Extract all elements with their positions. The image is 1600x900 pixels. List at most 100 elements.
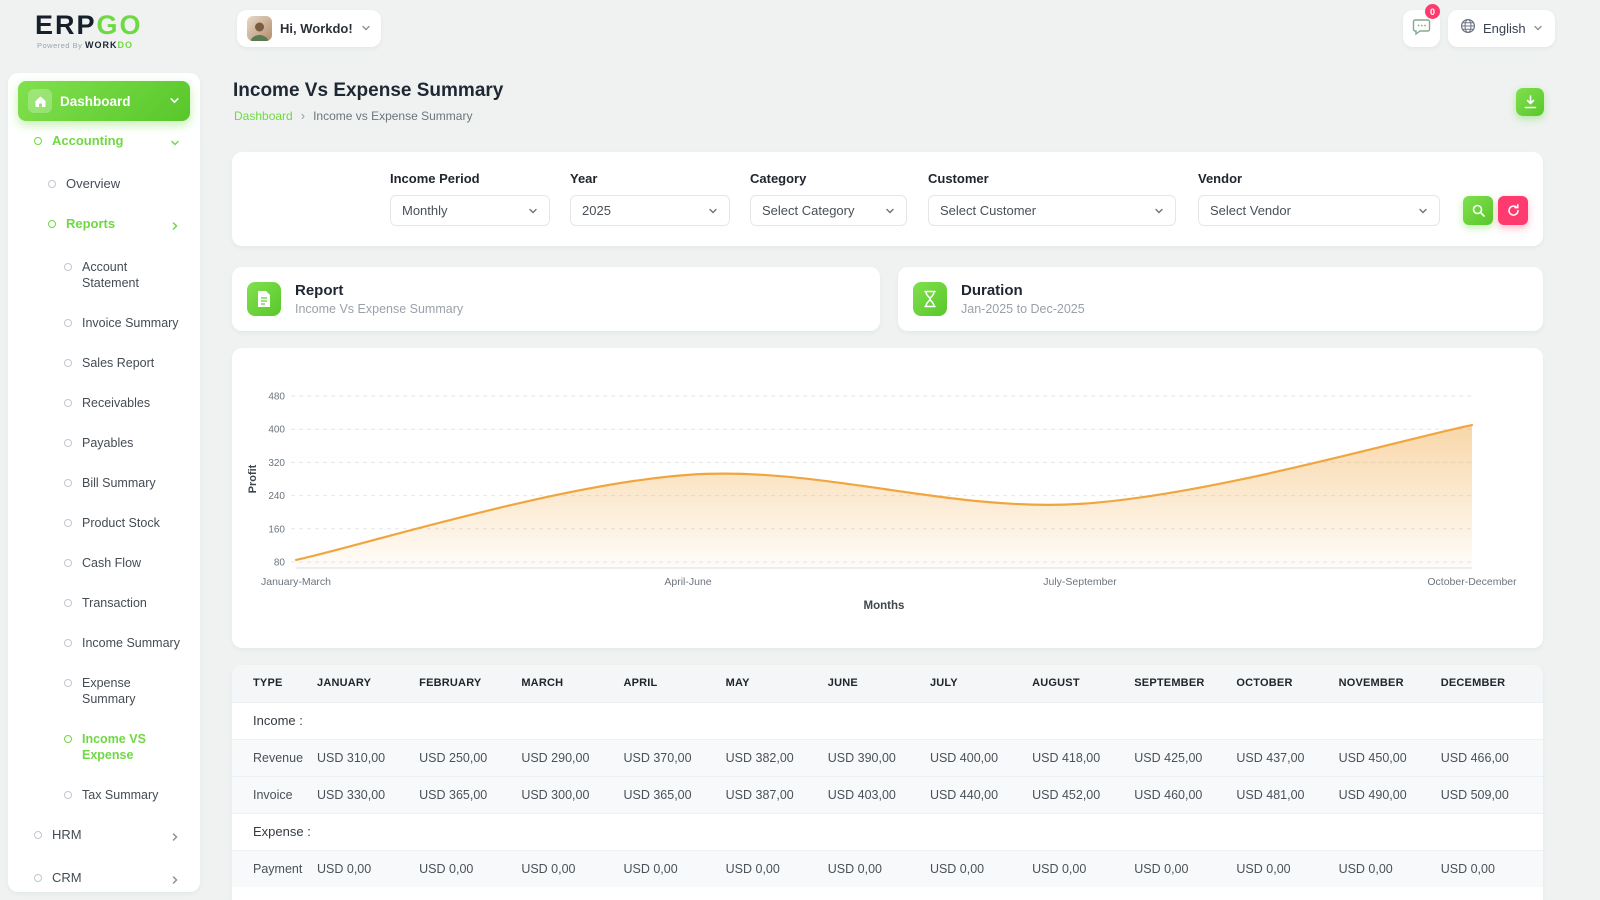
duration-card-subtitle: Jan-2025 to Dec-2025: [961, 302, 1085, 316]
category-label: Category: [750, 171, 907, 186]
sidebar-item-label: Invoice Summary: [82, 315, 179, 331]
sidebar-item-label: Cash Flow: [82, 555, 141, 571]
value-cell: USD 490,00: [1339, 776, 1441, 813]
sidebar-item-cash-flow[interactable]: Cash Flow: [14, 543, 194, 583]
value-cell: USD 370,00: [623, 739, 725, 776]
year-select[interactable]: 2025: [570, 195, 730, 226]
value-cell: USD 310,00: [317, 739, 419, 776]
sidebar-item-payables[interactable]: Payables: [14, 423, 194, 463]
svg-text:January-March: January-March: [261, 576, 331, 588]
bullet-icon: [64, 479, 72, 487]
message-icon: [1412, 17, 1431, 41]
sidebar-item-hrm[interactable]: HRM: [14, 815, 194, 858]
bullet-icon: [64, 679, 72, 687]
customer-select[interactable]: Select Customer: [928, 195, 1176, 226]
year-label: Year: [570, 171, 730, 186]
section-label: Income :: [232, 702, 1543, 739]
greeting-text: Hi, Workdo!: [280, 21, 353, 36]
category-select[interactable]: Select Category: [750, 195, 907, 226]
app-logo[interactable]: ERPGO Powered By WORKDO: [35, 11, 143, 50]
sidebar-item-accounting[interactable]: Accounting: [14, 121, 194, 164]
sidebar-item-label: Transaction: [82, 595, 147, 611]
bullet-icon: [64, 559, 72, 567]
chevron-right-icon: [170, 830, 180, 846]
chevron-down-icon: [1418, 206, 1428, 216]
column-header: OCTOBER: [1236, 665, 1338, 702]
bullet-icon: [34, 874, 42, 882]
column-header: JUNE: [828, 665, 930, 702]
chevron-right-icon: [170, 873, 180, 889]
sidebar-item-dashboard[interactable]: Dashboard: [18, 81, 190, 121]
bullet-icon: [64, 735, 72, 743]
bullet-icon: [34, 137, 42, 145]
chevron-down-icon: [170, 136, 180, 152]
language-selector[interactable]: English: [1448, 10, 1555, 47]
sidebar: Dashboard Accounting Overview Reports Ac…: [8, 73, 200, 892]
value-cell: USD 509,00: [1441, 776, 1543, 813]
sidebar-item-product-stock[interactable]: Product Stock: [14, 503, 194, 543]
page-title: Income Vs Expense Summary: [233, 80, 503, 102]
sidebar-item-receivables[interactable]: Receivables: [14, 383, 194, 423]
user-menu[interactable]: Hi, Workdo!: [237, 10, 381, 47]
value-cell: USD 0,00: [1032, 850, 1134, 887]
sidebar-item-crm[interactable]: CRM: [14, 858, 194, 900]
column-header: FEBRUARY: [419, 665, 521, 702]
value-cell: USD 300,00: [521, 776, 623, 813]
report-card-title: Report: [295, 281, 463, 300]
column-header: DECEMBER: [1441, 665, 1543, 702]
income-period-select[interactable]: Monthly: [390, 195, 550, 226]
sidebar-item-sales-report[interactable]: Sales Report: [14, 343, 194, 383]
sidebar-item-tax-summary[interactable]: Tax Summary: [14, 775, 194, 815]
row-type-cell: Payment: [232, 850, 317, 887]
sidebar-item-reports[interactable]: Reports: [14, 204, 194, 247]
breadcrumb-home-link[interactable]: Dashboard: [234, 109, 293, 123]
sidebar-item-label: Bill Summary: [82, 475, 156, 491]
sidebar-item-label: Account Statement: [82, 259, 180, 291]
column-header: MAY: [726, 665, 828, 702]
sidebar-item-overview[interactable]: Overview: [14, 164, 194, 204]
document-icon: [247, 282, 281, 316]
value-cell: USD 437,00: [1236, 739, 1338, 776]
value-cell: USD 0,00: [828, 850, 930, 887]
sidebar-item-label: Payables: [82, 435, 133, 451]
value-cell: USD 250,00: [419, 739, 521, 776]
value-cell: USD 0,00: [1134, 850, 1236, 887]
value-cell: USD 330,00: [317, 776, 419, 813]
sidebar-item-invoice-summary[interactable]: Invoice Summary: [14, 303, 194, 343]
breadcrumb: Dashboard › Income vs Expense Summary: [234, 108, 472, 123]
notification-badge: 0: [1425, 4, 1440, 19]
download-button[interactable]: [1516, 88, 1544, 116]
breadcrumb-separator: ›: [301, 108, 305, 123]
chevron-down-icon: [1154, 206, 1164, 216]
sidebar-item-label: Expense Summary: [82, 675, 180, 707]
svg-text:October-December: October-December: [1427, 576, 1517, 588]
section-label: Expense :: [232, 813, 1543, 850]
sidebar-item-transaction[interactable]: Transaction: [14, 583, 194, 623]
sidebar-item-income-vs-expense[interactable]: Income VS Expense: [14, 719, 194, 775]
chevron-down-icon: [169, 94, 180, 109]
hourglass-icon: [913, 282, 947, 316]
value-cell: USD 0,00: [419, 850, 521, 887]
income-expense-table-card: TYPEJANUARYFEBRUARYMARCHAPRILMAYJUNEJULY…: [232, 665, 1543, 900]
svg-text:April-June: April-June: [664, 576, 711, 588]
vendor-label: Vendor: [1198, 171, 1440, 186]
sidebar-item-account-statement[interactable]: Account Statement: [14, 247, 194, 303]
value-cell: USD 387,00: [726, 776, 828, 813]
sidebar-item-bill-summary[interactable]: Bill Summary: [14, 463, 194, 503]
bullet-icon: [64, 439, 72, 447]
report-summary-card: Report Income Vs Expense Summary: [232, 267, 880, 331]
value-cell: USD 0,00: [1339, 850, 1441, 887]
vendor-select[interactable]: Select Vendor: [1198, 195, 1440, 226]
sidebar-item-expense-summary[interactable]: Expense Summary: [14, 663, 194, 719]
bullet-icon: [64, 263, 72, 271]
svg-text:320: 320: [268, 458, 285, 469]
apply-filter-button[interactable]: [1463, 196, 1493, 225]
value-cell: USD 425,00: [1134, 739, 1236, 776]
filter-panel: Income Period Monthly Year 2025 Category…: [232, 152, 1543, 246]
sidebar-item-income-summary[interactable]: Income Summary: [14, 623, 194, 663]
chevron-down-icon: [361, 20, 371, 38]
svg-text:80: 80: [274, 558, 286, 569]
reset-filter-button[interactable]: [1498, 196, 1528, 225]
notifications-button[interactable]: 0: [1403, 10, 1440, 47]
value-cell: USD 466,00: [1441, 739, 1543, 776]
